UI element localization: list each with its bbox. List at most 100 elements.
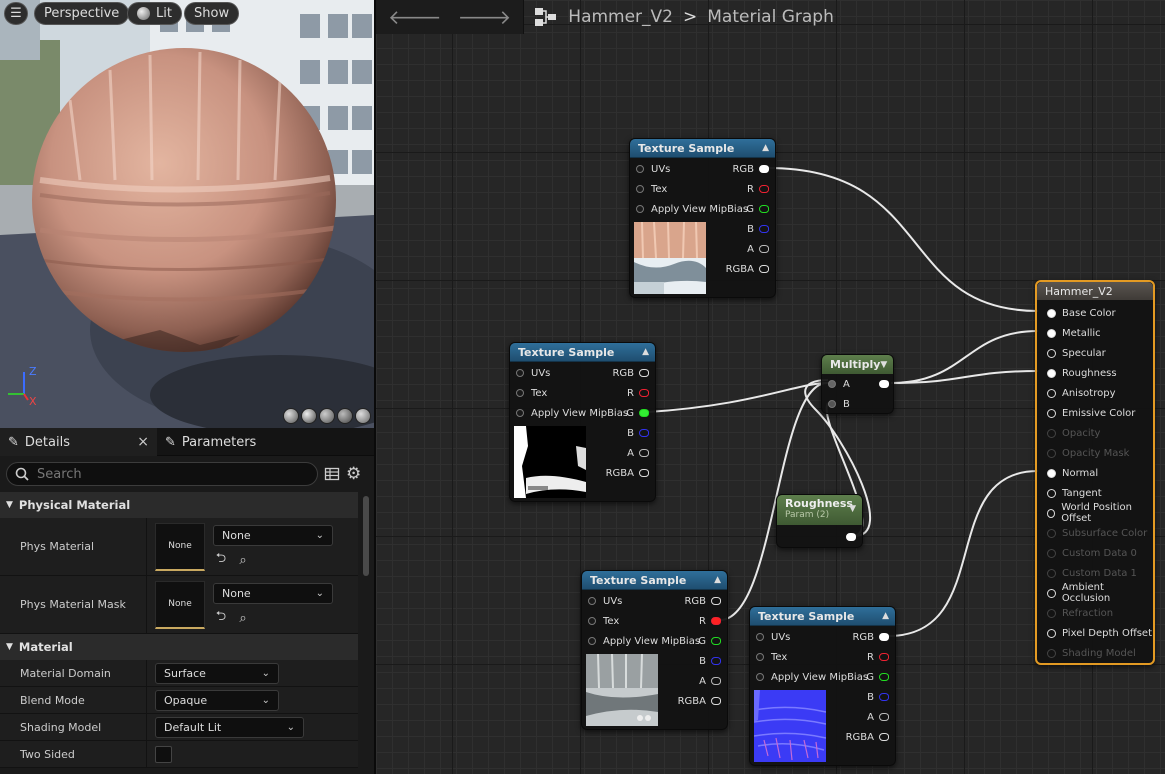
asset-thumbnail[interactable]: None <box>155 522 205 571</box>
multiply-node[interactable]: Multiply ▼ A B <box>821 354 894 414</box>
input-pin-uvs[interactable]: UVs <box>588 591 622 611</box>
output-pin-rgba[interactable]: RGBA <box>846 727 889 747</box>
output-input-tangent[interactable]: Tangent <box>1047 483 1102 503</box>
breadcrumb-asset[interactable]: Hammer_V2 <box>568 7 673 27</box>
output-input-ao[interactable]: Ambient Occlusion <box>1047 582 1153 604</box>
output-pin-rgba[interactable]: RGBA <box>726 259 769 279</box>
input-pin-mipbias[interactable]: Apply View MipBias <box>588 631 700 651</box>
chevron-up-icon[interactable]: ▲ <box>762 143 769 153</box>
texture-sample-node[interactable]: Texture Sample ▲ UVs Tex Apply View MipBi… <box>749 606 896 766</box>
output-pin-g[interactable]: G <box>746 199 769 219</box>
lit-button[interactable]: Lit <box>127 2 182 25</box>
close-icon[interactable]: × <box>137 434 149 450</box>
output-input-roughness[interactable]: Roughness <box>1047 363 1117 383</box>
browse-icon[interactable]: ⌕ <box>235 552 251 568</box>
texture-sample-node[interactable]: Texture Sample ▲ UVs Tex Apply View MipBi… <box>581 570 728 730</box>
browse-icon[interactable]: ⌕ <box>235 610 251 626</box>
viewport-menu-button[interactable]: ☰ <box>4 2 28 25</box>
output-pin-rgb[interactable]: RGB <box>684 591 721 611</box>
preview-shape-selector[interactable] <box>283 408 373 425</box>
gear-icon[interactable]: ⚙ <box>346 464 361 484</box>
back-arrow-icon[interactable]: 🡐 <box>388 5 442 29</box>
texture-sample-node[interactable]: Texture Sample ▲ UVs Tex Apply View MipBi… <box>629 138 776 298</box>
chevron-down-icon[interactable]: ▼ <box>880 360 887 370</box>
output-input-specular[interactable]: Specular <box>1047 343 1106 363</box>
output-pin-rgb[interactable]: RGB <box>612 363 649 383</box>
input-pin-mipbias[interactable]: Apply View MipBias <box>756 667 868 687</box>
input-pin-mipbias[interactable]: Apply View MipBias <box>516 403 628 423</box>
section-physical-material[interactable]: ▼ Physical Material <box>0 492 358 518</box>
output-pin-b[interactable]: B <box>747 219 769 239</box>
input-pin-tex[interactable]: Tex <box>516 383 547 403</box>
teapot-shape-icon[interactable] <box>355 408 371 424</box>
output-pin-g[interactable]: G <box>626 403 649 423</box>
output-pin-rgb[interactable]: RGB <box>852 627 889 647</box>
output-input-emissive[interactable]: Emissive Color <box>1047 403 1135 423</box>
perspective-button[interactable]: Perspective <box>34 2 130 25</box>
chevron-up-icon[interactable]: ▲ <box>714 575 721 585</box>
output-input-base-color[interactable]: Base Color <box>1047 303 1116 323</box>
shading-model-combo[interactable]: Default Lit ⌄ <box>155 716 304 738</box>
output-pin-a[interactable]: A <box>867 707 889 727</box>
output-pin-b[interactable]: B <box>867 687 889 707</box>
sphere-shape-icon[interactable] <box>301 408 317 424</box>
input-pin-tex[interactable]: Tex <box>588 611 619 631</box>
texture-sample-node[interactable]: Texture Sample ▲ UVs Tex Apply View MipBi… <box>509 342 656 502</box>
table-view-icon[interactable] <box>324 466 340 482</box>
show-button[interactable]: Show <box>184 2 240 25</box>
output-pin-a[interactable]: A <box>699 671 721 691</box>
output-pin-g[interactable]: G <box>866 667 889 687</box>
phys-material-mask-combo[interactable]: None ⌄ <box>213 583 333 604</box>
section-material[interactable]: ▼ Material <box>0 634 358 660</box>
output-pin-r[interactable]: R <box>627 383 649 403</box>
output-input-pdo[interactable]: Pixel Depth Offset <box>1047 623 1152 643</box>
output-pin-rgb[interactable]: RGB <box>732 159 769 179</box>
output-pin-g[interactable]: G <box>698 631 721 651</box>
search-box[interactable] <box>6 462 318 486</box>
input-pin-uvs[interactable]: UVs <box>516 363 550 383</box>
tab-details[interactable]: ✎ Details × <box>0 428 157 456</box>
output-pin-r[interactable]: R <box>747 179 769 199</box>
output-pin-rgba[interactable]: RGBA <box>606 463 649 483</box>
roughness-param-node[interactable]: Roughness Param (2) ▼ <box>776 494 863 548</box>
input-pin-uvs[interactable]: UVs <box>756 627 790 647</box>
output-pin-r[interactable]: R <box>867 647 889 667</box>
material-output-node[interactable]: Hammer_V2 Base Color Metallic Specular R… <box>1035 280 1155 665</box>
input-pin-tex[interactable]: Tex <box>636 179 667 199</box>
graph-hierarchy-icon[interactable] <box>534 7 558 27</box>
input-pin-uvs[interactable]: UVs <box>636 159 670 179</box>
blend-mode-combo[interactable]: Opaque ⌄ <box>155 689 279 711</box>
output-pin-rgba[interactable]: RGBA <box>678 691 721 711</box>
cube-shape-icon[interactable] <box>337 408 353 424</box>
material-graph-canvas[interactable]: 🡐 🡒 Hammer_V2 > Material Graph Texture S… <box>376 0 1165 774</box>
chevron-up-icon[interactable]: ▲ <box>882 611 889 621</box>
output-pin-a[interactable]: A <box>747 239 769 259</box>
input-pin-tex[interactable]: Tex <box>756 647 787 667</box>
use-selected-icon[interactable]: ⮌ <box>213 609 229 626</box>
output-input-metallic[interactable]: Metallic <box>1047 323 1101 343</box>
tab-parameters[interactable]: ✎ Parameters <box>157 428 264 456</box>
material-domain-combo[interactable]: Surface ⌄ <box>155 662 279 684</box>
forward-arrow-icon[interactable]: 🡒 <box>458 5 512 29</box>
cylinder-shape-icon[interactable] <box>283 408 299 424</box>
chevron-down-icon[interactable]: ▼ <box>849 504 856 514</box>
input-pin-b[interactable]: B <box>828 394 850 414</box>
chevron-up-icon[interactable]: ▲ <box>642 347 649 357</box>
search-input[interactable] <box>37 466 297 482</box>
asset-thumbnail[interactable]: None <box>155 580 205 629</box>
output-pin-b[interactable]: B <box>627 423 649 443</box>
plane-shape-icon[interactable] <box>319 408 335 424</box>
phys-material-combo[interactable]: None ⌄ <box>213 525 333 546</box>
input-pin-mipbias[interactable]: Apply View MipBias <box>636 199 748 219</box>
output-input-anisotropy[interactable]: Anisotropy <box>1047 383 1115 403</box>
output-pin-r[interactable]: R <box>699 611 721 631</box>
details-scrollbar[interactable] <box>362 494 370 774</box>
output-pin[interactable] <box>879 374 889 394</box>
input-pin-a[interactable]: A <box>828 374 850 394</box>
output-pin[interactable] <box>846 527 856 547</box>
output-input-wpo[interactable]: World Position Offset <box>1047 502 1153 524</box>
preview-viewport[interactable]: ☰ Perspective Lit Show Z X <box>0 0 374 428</box>
output-pin-b[interactable]: B <box>699 651 721 671</box>
use-selected-icon[interactable]: ⮌ <box>213 551 229 568</box>
output-pin-a[interactable]: A <box>627 443 649 463</box>
